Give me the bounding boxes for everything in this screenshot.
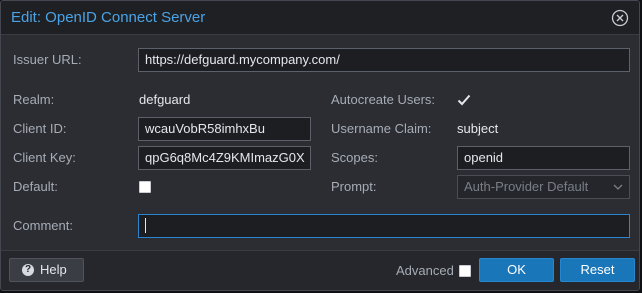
openid-edit-dialog: Edit: OpenID Connect Server Issuer URL: … bbox=[0, 0, 640, 291]
reset-button[interactable]: Reset bbox=[560, 258, 635, 282]
dialog-titlebar: Edit: OpenID Connect Server bbox=[1, 1, 639, 35]
autocreate-users-checkbox[interactable] bbox=[457, 93, 471, 107]
autocreate-users-label: Autocreate Users: bbox=[331, 92, 436, 107]
comment-input[interactable] bbox=[138, 214, 630, 238]
comment-label: Comment: bbox=[13, 218, 73, 233]
advanced-checkbox[interactable] bbox=[459, 265, 471, 277]
username-claim-label: Username Claim: bbox=[331, 121, 432, 136]
scopes-label: Scopes: bbox=[331, 150, 378, 165]
close-icon[interactable] bbox=[611, 9, 629, 27]
text-caret bbox=[145, 218, 146, 234]
help-icon: ? bbox=[22, 263, 34, 276]
client-key-input[interactable]: qpG6q8Mc4Z9KMImazG0X bbox=[138, 146, 311, 170]
issuer-url-label: Issuer URL: bbox=[13, 52, 82, 67]
prompt-select-value: Auth-Provider Default bbox=[464, 179, 589, 194]
prompt-select[interactable]: Auth-Provider Default bbox=[457, 175, 630, 199]
dialog-footer: ? Help Advanced OK Reset bbox=[1, 250, 639, 290]
prompt-label: Prompt: bbox=[331, 179, 377, 194]
issuer-url-input[interactable]: https://defguard.mycompany.com/ bbox=[138, 48, 630, 72]
client-key-label: Client Key: bbox=[13, 150, 76, 165]
help-button[interactable]: ? Help bbox=[9, 258, 84, 282]
scopes-input[interactable]: openid bbox=[457, 146, 630, 170]
help-button-label: Help bbox=[40, 262, 67, 277]
client-id-label: Client ID: bbox=[13, 121, 67, 136]
default-label: Default: bbox=[13, 179, 58, 194]
username-claim-value: subject bbox=[457, 121, 499, 136]
realm-value: defguard bbox=[139, 92, 191, 107]
advanced-label: Advanced bbox=[396, 263, 454, 278]
dialog-title: Edit: OpenID Connect Server bbox=[11, 9, 206, 26]
client-id-input[interactable]: wcauVobR58imhxBu bbox=[138, 117, 311, 141]
ok-button[interactable]: OK bbox=[479, 258, 554, 282]
default-checkbox[interactable] bbox=[139, 181, 151, 193]
realm-label: Realm: bbox=[13, 92, 55, 107]
chevron-down-icon bbox=[613, 184, 623, 190]
